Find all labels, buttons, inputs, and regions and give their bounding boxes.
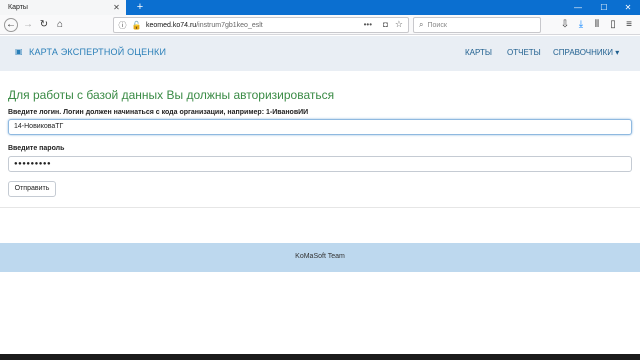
bookmark-star-icon[interactable]: ☆	[395, 19, 403, 30]
downloads-icon[interactable]: ⤓	[574, 18, 588, 32]
window-titlebar: Карты ✕ + — ☐ ✕	[0, 0, 640, 15]
url-path: /instrum7gb1keo_eslt	[196, 21, 263, 29]
close-window-icon[interactable]: ✕	[616, 0, 640, 15]
library-icon[interactable]: ⇩	[558, 18, 572, 32]
page-actions-icon[interactable]: •••	[364, 20, 372, 29]
nav-link-references[interactable]: СПРАВОЧНИКИ ▾	[553, 48, 619, 57]
browser-tab[interactable]: Карты ✕	[0, 0, 126, 15]
site-navbar: ▣ КАРТА ЭКСПЕРТНОЙ ОЦЕНКИ КАРТЫ ОТЧЕТЫ С…	[0, 36, 640, 71]
brand-icon: ▣	[15, 47, 23, 56]
pocket-icon[interactable]: ◘	[383, 20, 388, 29]
sidebar-icon[interactable]: ▯	[606, 18, 620, 32]
back-icon[interactable]: ←	[4, 18, 18, 32]
tab-title: Карты	[8, 4, 28, 11]
search-placeholder: Поиск	[427, 21, 447, 29]
login-input[interactable]: 14-НовиковаТГ	[8, 119, 632, 135]
login-label: Введите логин. Логин должен начинаться с…	[8, 109, 309, 116]
footer-text: KoMaSoft Team	[295, 253, 345, 260]
taskbar-strip	[0, 354, 640, 360]
home-icon[interactable]: ⌂	[53, 18, 67, 32]
maximize-icon[interactable]: ☐	[592, 0, 616, 15]
brand-text: КАРТА ЭКСПЕРТНОЙ ОЦЕНКИ	[29, 47, 167, 57]
address-bar[interactable]: ⓘ 🔓 keomed.ko74.ru/instrum7gb1keo_eslt •…	[113, 17, 409, 33]
password-input[interactable]: ●●●●●●●●●	[8, 156, 632, 172]
footer: KoMaSoft Team	[0, 243, 640, 272]
search-bar[interactable]: ⌕ Поиск	[413, 17, 541, 33]
bookmarks-icon[interactable]: ⫴	[590, 18, 604, 32]
reload-icon[interactable]: ↻	[37, 18, 51, 32]
url-text: keomed.ko74.ru/instrum7gb1keo_eslt	[146, 22, 263, 29]
page-title: Для работы с базой данных Вы должны авто…	[8, 88, 335, 102]
new-tab-icon[interactable]: +	[133, 0, 147, 15]
close-tab-icon[interactable]: ✕	[112, 3, 121, 12]
url-host: keomed.ko74.ru	[146, 21, 197, 29]
password-label: Введите пароль	[8, 145, 65, 152]
submit-button[interactable]: Отправить	[8, 181, 56, 197]
forward-icon[interactable]: →	[21, 18, 35, 32]
menu-icon[interactable]: ≡	[622, 18, 636, 32]
minimize-icon[interactable]: —	[566, 0, 590, 15]
browser-toolbar: ← → ↻ ⌂ ⓘ 🔓 keomed.ko74.ru/instrum7gb1ke…	[0, 15, 640, 35]
nav-link-reports[interactable]: ОТЧЕТЫ	[507, 48, 541, 57]
insecure-lock-icon[interactable]: 🔓	[131, 21, 142, 30]
divider	[0, 207, 640, 208]
brand-link[interactable]: ▣ КАРТА ЭКСПЕРТНОЙ ОЦЕНКИ	[15, 47, 166, 57]
nav-link-maps[interactable]: КАРТЫ	[465, 48, 492, 57]
search-icon: ⌕	[419, 20, 424, 29]
info-icon[interactable]: ⓘ	[117, 20, 128, 31]
